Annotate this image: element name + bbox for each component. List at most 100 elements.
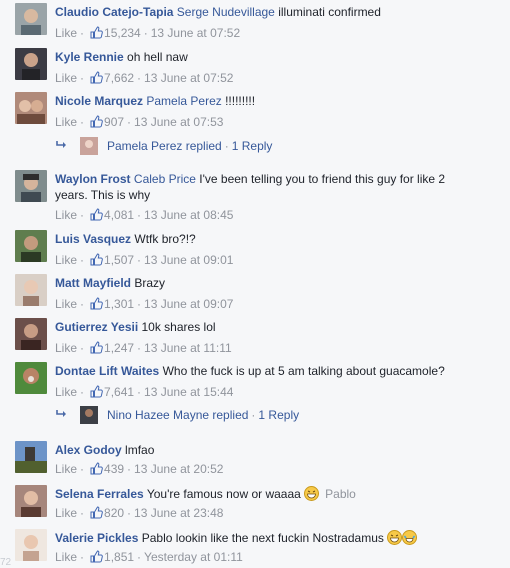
comment-author[interactable]: Gutierrez Yesii — [55, 320, 138, 334]
comment-author[interactable]: Alex Godoy — [55, 443, 122, 457]
avatar[interactable] — [15, 529, 47, 561]
separator: · — [80, 385, 85, 399]
separator: · — [127, 462, 132, 476]
thumbs-up-icon[interactable] — [90, 208, 103, 225]
thumbs-up-icon[interactable] — [90, 550, 103, 567]
comment-author[interactable]: Luis Vasquez — [55, 232, 131, 246]
thumbs-up-icon[interactable] — [90, 71, 103, 88]
tagged-user[interactable]: Pamela Perez — [146, 94, 221, 108]
thumbs-up-icon[interactable] — [90, 385, 103, 402]
avatar[interactable] — [15, 92, 47, 124]
comment-time[interactable]: 13 June at 07:52 — [151, 26, 240, 40]
comment-text: Brazy — [134, 276, 166, 290]
comment-time[interactable]: 13 June at 15:44 — [144, 385, 233, 399]
avatar[interactable] — [15, 274, 47, 306]
like-link[interactable]: Like — [55, 115, 77, 129]
like-count[interactable]: 1,247 — [104, 341, 134, 355]
thumbs-up-icon[interactable] — [90, 26, 103, 43]
comment-author[interactable]: Selena Ferrales — [55, 487, 144, 501]
comment-meta: Like · 1,301 · 13 June at 09:07 — [55, 296, 233, 314]
avatar[interactable] — [15, 441, 47, 473]
thumbs-up-icon[interactable] — [90, 253, 103, 270]
comment-meta: Like · 907 · 13 June at 07:53 — [55, 114, 223, 132]
like-link[interactable]: Like — [55, 550, 77, 564]
like-link[interactable]: Like — [55, 253, 77, 267]
comment-text: Who the fuck is up at 5 am talking about… — [162, 364, 445, 378]
thumbs-up-icon[interactable] — [90, 462, 103, 479]
like-count[interactable]: 1,301 — [104, 297, 134, 311]
comment-time[interactable]: 13 June at 23:48 — [134, 506, 223, 520]
reply-count[interactable]: 1 Reply — [258, 408, 299, 422]
like-link[interactable]: Like — [55, 71, 77, 85]
like-count[interactable]: 7,662 — [104, 71, 134, 85]
thumbs-up-icon[interactable] — [90, 506, 103, 523]
reply-count[interactable]: 1 Reply — [232, 139, 273, 153]
comment-author[interactable]: Valerie Pickles — [55, 531, 138, 545]
separator: · — [143, 26, 148, 40]
comment-author[interactable]: Nicole Marquez — [55, 94, 143, 108]
tagged-user[interactable]: Serge Nudevillage — [177, 5, 275, 19]
avatar[interactable] — [15, 485, 47, 517]
like-link[interactable]: Like — [55, 297, 77, 311]
comment-body: Dontae Lift Waites Who the fuck is up at… — [55, 363, 470, 379]
like-link[interactable]: Like — [55, 208, 77, 222]
like-count[interactable]: 4,081 — [104, 208, 134, 222]
comment-list: Claudio Catejo-Tapia Serge Nudevillage i… — [0, 0, 510, 568]
avatar[interactable] — [15, 170, 47, 202]
comment-time[interactable]: 13 June at 09:01 — [144, 253, 233, 267]
comment-time[interactable]: 13 June at 09:07 — [144, 297, 233, 311]
comment-meta: Like · 820 · 13 June at 23:48 — [55, 505, 223, 523]
view-replies-link[interactable]: Nino Hazee Mayne replied · 1 Reply — [55, 404, 475, 426]
watermark: 72 — [0, 557, 12, 568]
thumbs-up-icon[interactable] — [90, 115, 103, 132]
like-count[interactable]: 1,507 — [104, 253, 134, 267]
like-count[interactable]: 7,641 — [104, 385, 134, 399]
reply-author[interactable]: Nino Hazee Mayne replied — [107, 408, 248, 422]
like-count[interactable]: 820 — [104, 506, 124, 520]
comment-time[interactable]: Yesterday at 01:11 — [144, 550, 243, 564]
comment-time[interactable]: 13 June at 11:11 — [144, 341, 232, 355]
like-count[interactable]: 907 — [104, 115, 124, 129]
comment-author[interactable]: Matt Mayfield — [55, 276, 131, 290]
separator: · — [80, 115, 85, 129]
avatar[interactable] — [80, 406, 98, 424]
comment-author[interactable]: Waylon Frost — [55, 172, 131, 186]
view-replies-link[interactable]: Pamela Perez replied · 1 Reply — [55, 135, 475, 157]
like-link[interactable]: Like — [55, 385, 77, 399]
comment-body: Luis Vasquez Wtfk bro?!? — [55, 231, 470, 247]
thumbs-up-icon[interactable] — [90, 341, 103, 358]
like-link[interactable]: Like — [55, 506, 77, 520]
comment-meta: Like · 1,247 · 13 June at 11:11 — [55, 340, 232, 358]
like-count[interactable]: 15,234 — [104, 26, 141, 40]
like-count[interactable]: 1,851 — [104, 550, 134, 564]
avatar[interactable] — [15, 48, 47, 80]
comment-meta: Like · 439 · 13 June at 20:52 — [55, 461, 223, 479]
comment-author[interactable]: Kyle Rennie — [55, 50, 124, 64]
separator: · — [80, 506, 85, 520]
comment-author[interactable]: Claudio Catejo-Tapia — [55, 5, 173, 19]
like-link[interactable]: Like — [55, 341, 77, 355]
avatar[interactable] — [15, 3, 47, 35]
separator: · — [80, 550, 85, 564]
like-count[interactable]: 439 — [104, 462, 124, 476]
avatar[interactable] — [80, 137, 98, 155]
comment-time[interactable]: 13 June at 07:53 — [134, 115, 223, 129]
comment-time[interactable]: 13 June at 20:52 — [134, 462, 223, 476]
avatar[interactable] — [15, 362, 47, 394]
like-link[interactable]: Like — [55, 462, 77, 476]
avatar[interactable] — [15, 230, 47, 262]
separator: · — [137, 385, 142, 399]
like-link[interactable]: Like — [55, 26, 77, 40]
avatar[interactable] — [15, 318, 47, 350]
grinning-face-icon — [387, 530, 403, 549]
comment-body: Valerie Pickles Pablo lookin like the ne… — [55, 530, 470, 549]
separator: · — [80, 297, 85, 311]
thumbs-up-icon[interactable] — [90, 297, 103, 314]
reply-author[interactable]: Pamela Perez replied — [107, 139, 222, 153]
tagged-user[interactable]: Caleb Price — [134, 172, 196, 186]
comment-time[interactable]: 13 June at 08:45 — [144, 208, 233, 222]
comment-time[interactable]: 13 June at 07:52 — [144, 71, 233, 85]
tagged-user[interactable]: Pablo — [325, 487, 356, 501]
comment-author[interactable]: Dontae Lift Waites — [55, 364, 159, 378]
comments-panel: { "meta_like_label": "Like", "meta_dot":… — [0, 0, 510, 568]
